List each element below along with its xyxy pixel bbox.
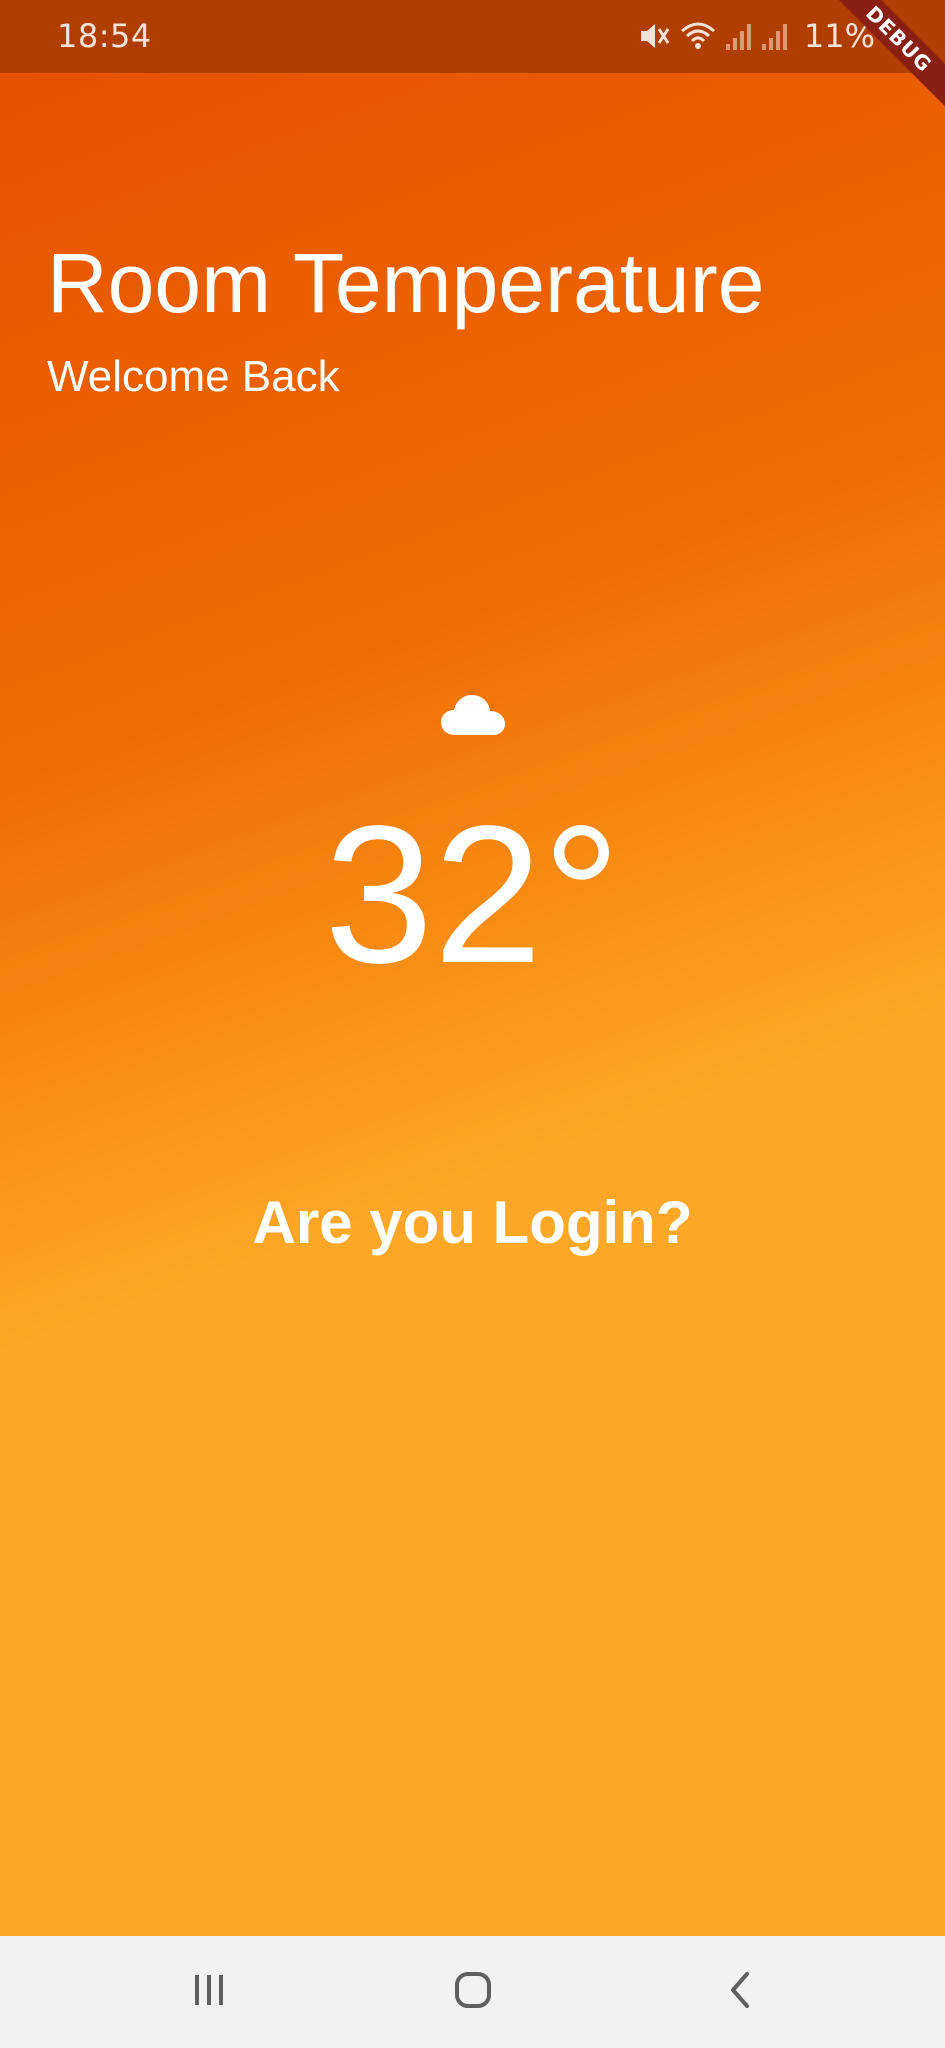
phone-screen: 18:54 11% DEBUG Room Temperature Welcome… [0,0,945,2048]
recent-apps-button[interactable] [179,1964,239,2020]
signal-icon [760,20,788,52]
signal-icon [724,20,752,52]
mute-icon [638,20,672,52]
page-title: Room Temperature [47,236,765,330]
back-button[interactable] [709,1964,769,2020]
welcome-subtitle: Welcome Back [47,352,340,401]
navigation-bar [0,1936,945,2048]
home-icon [453,1970,493,2014]
recent-apps-icon [189,1972,229,2012]
cloud-icon [441,693,505,737]
wifi-icon [680,20,716,52]
status-icons: 11% [638,16,875,56]
app-body: Room Temperature Welcome Back 32° Are yo… [0,73,945,1936]
back-icon [725,1970,753,2014]
status-bar: 18:54 11% DEBUG [0,0,945,114]
login-prompt[interactable]: Are you Login? [0,1185,945,1261]
home-button[interactable] [443,1964,503,2020]
status-time: 18:54 [57,17,152,55]
temperature-value: 32° [324,785,621,1004]
